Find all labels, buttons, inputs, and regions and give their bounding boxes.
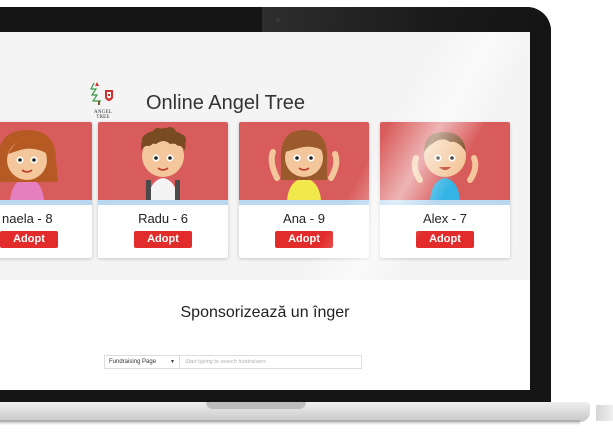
girl-illustration-icon xyxy=(268,130,340,200)
laptop-hinge-notch xyxy=(206,402,306,409)
page-title: Online Angel Tree xyxy=(146,92,305,114)
child-illustration xyxy=(380,122,510,200)
adopt-button[interactable]: Adopt xyxy=(134,231,192,248)
caret-down-icon: ▼ xyxy=(170,359,175,365)
child-name: naela - 8 xyxy=(2,211,53,226)
bezel-gloss xyxy=(262,7,551,35)
girl-illustration-icon xyxy=(0,130,58,200)
card-stripe xyxy=(239,200,369,205)
boy-illustration-icon xyxy=(411,132,479,200)
angel-tree-logo: ANGEL TREE xyxy=(88,80,118,120)
child-card[interactable]: Ana - 9 Adopt xyxy=(239,122,369,258)
child-illustration xyxy=(98,122,228,200)
child-card[interactable]: naela - 8 Adopt xyxy=(0,122,92,258)
adopt-button[interactable]: Adopt xyxy=(0,231,58,248)
fundraiser-type-select[interactable]: Fundraising Page ▼ xyxy=(105,356,180,368)
sponsor-heading: Sponsorizează un înger xyxy=(180,304,350,321)
tree-icon xyxy=(90,82,113,105)
browser-screen: ANGEL TREE Online Angel Tree naela - 8 A… xyxy=(0,32,530,390)
logo-text: ANGEL TREE xyxy=(94,110,112,120)
select-value: Fundraising Page xyxy=(109,359,157,365)
child-card[interactable]: Radu - 6 Adopt xyxy=(98,122,228,258)
webcam xyxy=(276,18,280,22)
adopt-button[interactable]: Adopt xyxy=(275,231,333,248)
card-stripe xyxy=(0,200,92,205)
laptop-shadow xyxy=(0,420,580,425)
fundraiser-search-input[interactable] xyxy=(181,356,361,368)
child-name: Radu - 6 xyxy=(138,211,188,226)
child-illustration xyxy=(239,122,369,200)
fundraiser-search: Fundraising Page ▼ xyxy=(104,355,362,369)
child-name: Alex - 7 xyxy=(422,211,468,226)
child-name: Ana - 9 xyxy=(283,211,325,226)
background-strip xyxy=(596,405,613,421)
boy-illustration-icon xyxy=(140,127,186,200)
card-stripe xyxy=(98,200,228,205)
laptop-mockup: ANGEL TREE Online Angel Tree naela - 8 A… xyxy=(0,0,613,434)
child-card[interactable]: Alex - 7 Adopt xyxy=(380,122,510,258)
card-stripe xyxy=(380,200,510,205)
child-illustration xyxy=(0,122,92,200)
adopt-button[interactable]: Adopt xyxy=(416,231,474,248)
